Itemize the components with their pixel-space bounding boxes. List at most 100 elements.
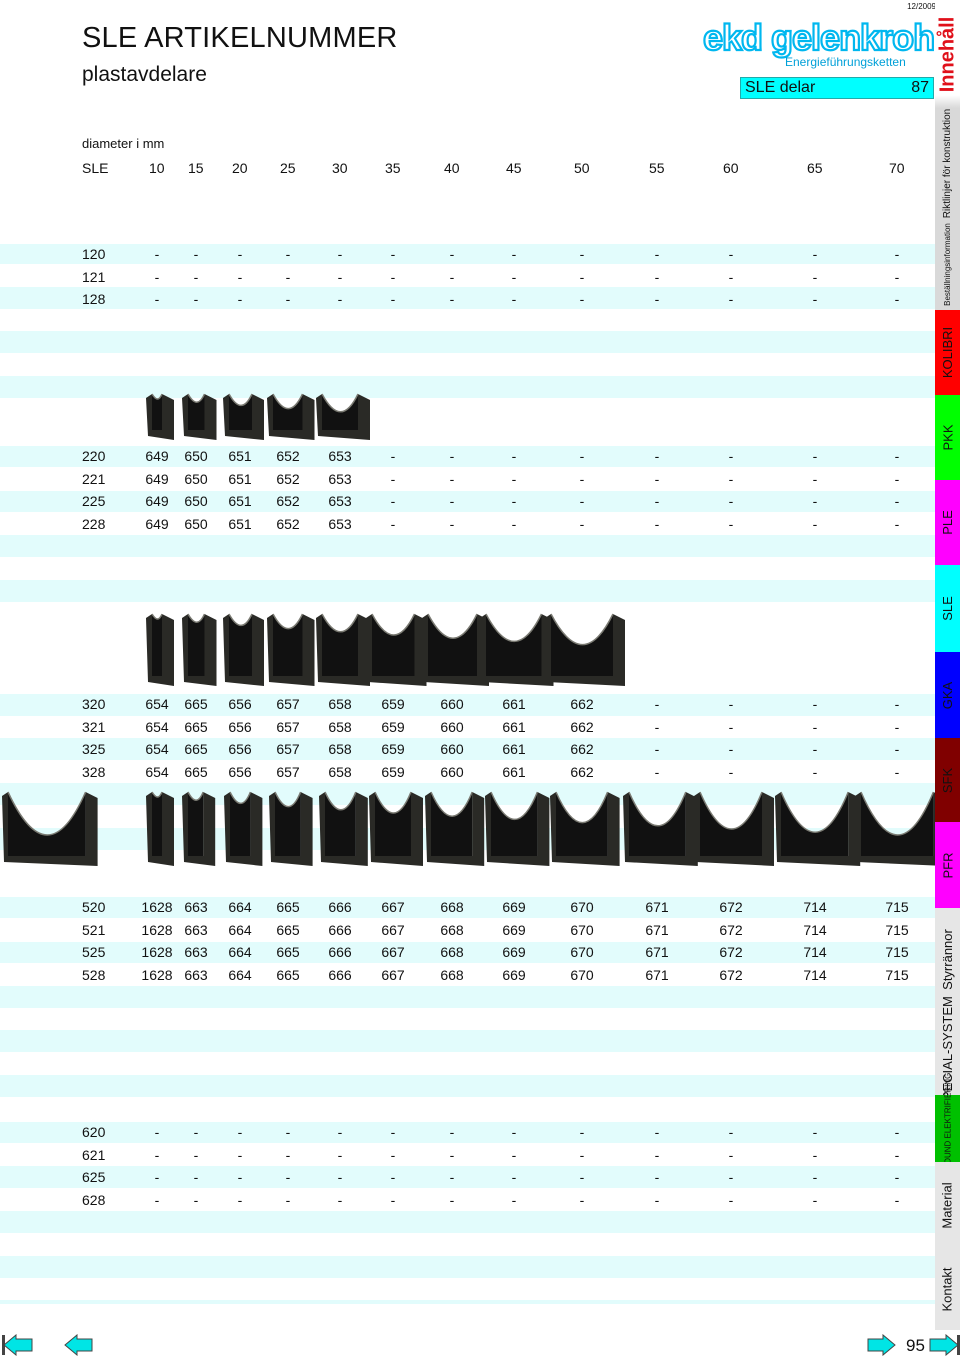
sidenav-tab[interactable]: SFK xyxy=(935,738,960,822)
table-cell: - xyxy=(812,1146,818,1163)
table-cell: - xyxy=(728,246,734,262)
table-cell: 671 xyxy=(645,944,669,960)
separator-part-image xyxy=(267,613,315,686)
table-cell: - xyxy=(812,268,818,285)
table-cell: 660 xyxy=(440,763,464,780)
table-cell: - xyxy=(193,1169,199,1185)
sidenav-tab[interactable]: Innehåll xyxy=(935,0,960,108)
table-cell: 649 xyxy=(145,448,169,464)
table-cell: - xyxy=(390,1146,396,1163)
separator-part-image xyxy=(369,791,423,866)
row-label: 620 xyxy=(82,1124,106,1140)
table-cell: 665 xyxy=(276,921,300,938)
table-cell: - xyxy=(390,470,396,487)
table-cell: - xyxy=(579,470,585,487)
table-row: 520 1628 663 664 665 666 667 668 669 670 671 672 714… xyxy=(0,897,935,917)
prev-page-icon[interactable] xyxy=(64,1334,94,1356)
table-cell: - xyxy=(579,1169,585,1185)
table-cell: - xyxy=(390,1124,396,1140)
sidenav-tab[interactable]: PLE xyxy=(935,480,960,565)
table-cell: 714 xyxy=(803,944,827,960)
table-cell: 660 xyxy=(440,741,464,757)
table-cell: - xyxy=(237,1191,243,1208)
sidenav-tab[interactable]: Material xyxy=(935,1162,960,1248)
column-header: 10 xyxy=(149,160,165,176)
sidenav-tab[interactable]: SLE xyxy=(935,565,960,652)
table-cell: 653 xyxy=(328,493,352,509)
sidenav-tab[interactable]: PFR xyxy=(935,822,960,908)
table-cell: - xyxy=(812,696,818,712)
table-cell: 665 xyxy=(184,718,208,735)
sidenav-tab[interactable]: KOLIBRI xyxy=(935,310,960,395)
table-cell: 658 xyxy=(328,696,352,712)
table-cell: - xyxy=(337,268,343,285)
table-cell: - xyxy=(154,1146,160,1163)
sidenav-tab[interactable]: Styrrännor xyxy=(935,908,960,1010)
table-cell: 662 xyxy=(570,763,594,780)
table-cell: - xyxy=(812,448,818,464)
table-cell: - xyxy=(449,1191,455,1208)
table-cell: - xyxy=(812,1124,818,1140)
table-cell: - xyxy=(449,268,455,285)
column-header: SLE xyxy=(82,160,109,176)
table-cell: - xyxy=(654,1191,660,1208)
table-row: 325 654 665 656 657 658 659 660 661 662 - - - - xyxy=(0,739,935,759)
table-cell: - xyxy=(894,291,900,307)
table-cell: 714 xyxy=(803,921,827,938)
table-cell: 658 xyxy=(328,763,352,780)
table-cell: 659 xyxy=(381,763,405,780)
sidenav-tab[interactable]: PKK xyxy=(935,395,960,480)
table-cell: - xyxy=(654,448,660,464)
table-cell: 656 xyxy=(228,696,252,712)
separator-part-image xyxy=(222,393,264,440)
table-cell: - xyxy=(812,493,818,509)
table-cell: - xyxy=(579,448,585,464)
table-cell: 665 xyxy=(184,741,208,757)
sidenav-tab-label: Beställningsinformation xyxy=(943,222,952,306)
table-cell: - xyxy=(237,1146,243,1163)
table-cell: - xyxy=(337,246,343,262)
table-cell: - xyxy=(154,291,160,307)
table-cell: - xyxy=(154,268,160,285)
section-indicator[interactable]: SLE delar 87 xyxy=(740,77,934,99)
sidenav-tab[interactable]: Riktlinjer för konstruktion xyxy=(935,108,960,218)
table-cell: - xyxy=(449,470,455,487)
separator-part-image xyxy=(622,791,698,866)
sidenav-tab[interactable]: Beställningsinformation xyxy=(935,218,960,310)
table-cell: 669 xyxy=(502,899,526,915)
table-cell: - xyxy=(728,696,734,712)
table-cell: - xyxy=(193,1191,199,1208)
table-cell: 671 xyxy=(645,921,669,938)
column-header: 25 xyxy=(280,160,296,176)
table-cell: - xyxy=(237,291,243,307)
table-cell: - xyxy=(728,268,734,285)
last-page-icon[interactable] xyxy=(928,1334,960,1356)
sidenav-tab[interactable]: GKA xyxy=(935,652,960,738)
sidenav-tab[interactable]: ALLROUND ELEKTRIFIERING xyxy=(935,1073,960,1184)
row-label: 628 xyxy=(82,1191,106,1208)
table-cell: 665 xyxy=(184,696,208,712)
table-cell: - xyxy=(511,470,517,487)
side-navigation: Innehåll Riktlinjer för konstruktion Bestä… xyxy=(935,0,960,1330)
table-cell: 661 xyxy=(502,718,526,735)
sidenav-tab-label: SLE xyxy=(939,596,955,621)
table-cell: - xyxy=(285,1191,291,1208)
table-cell: - xyxy=(237,1124,243,1140)
table-cell: - xyxy=(728,515,734,532)
table-cell: - xyxy=(579,268,585,285)
table-cell: - xyxy=(449,291,455,307)
table-row: 121 - - - - - - - - - - - - - xyxy=(0,267,935,287)
sidenav-tab[interactable]: Kontakt xyxy=(935,1248,960,1330)
sidenav-tab-label: GKA xyxy=(940,681,955,709)
table-cell: 714 xyxy=(803,966,827,983)
table-cell: - xyxy=(511,493,517,509)
table-cell: 665 xyxy=(184,763,208,780)
next-page-icon[interactable] xyxy=(866,1334,896,1356)
table-cell: 653 xyxy=(328,515,352,532)
row-label: 128 xyxy=(82,291,106,307)
table-cell: - xyxy=(894,696,900,712)
first-page-icon[interactable] xyxy=(2,1334,34,1356)
row-band xyxy=(0,1075,935,1097)
column-header: 55 xyxy=(649,160,665,176)
table-cell: - xyxy=(728,1169,734,1185)
